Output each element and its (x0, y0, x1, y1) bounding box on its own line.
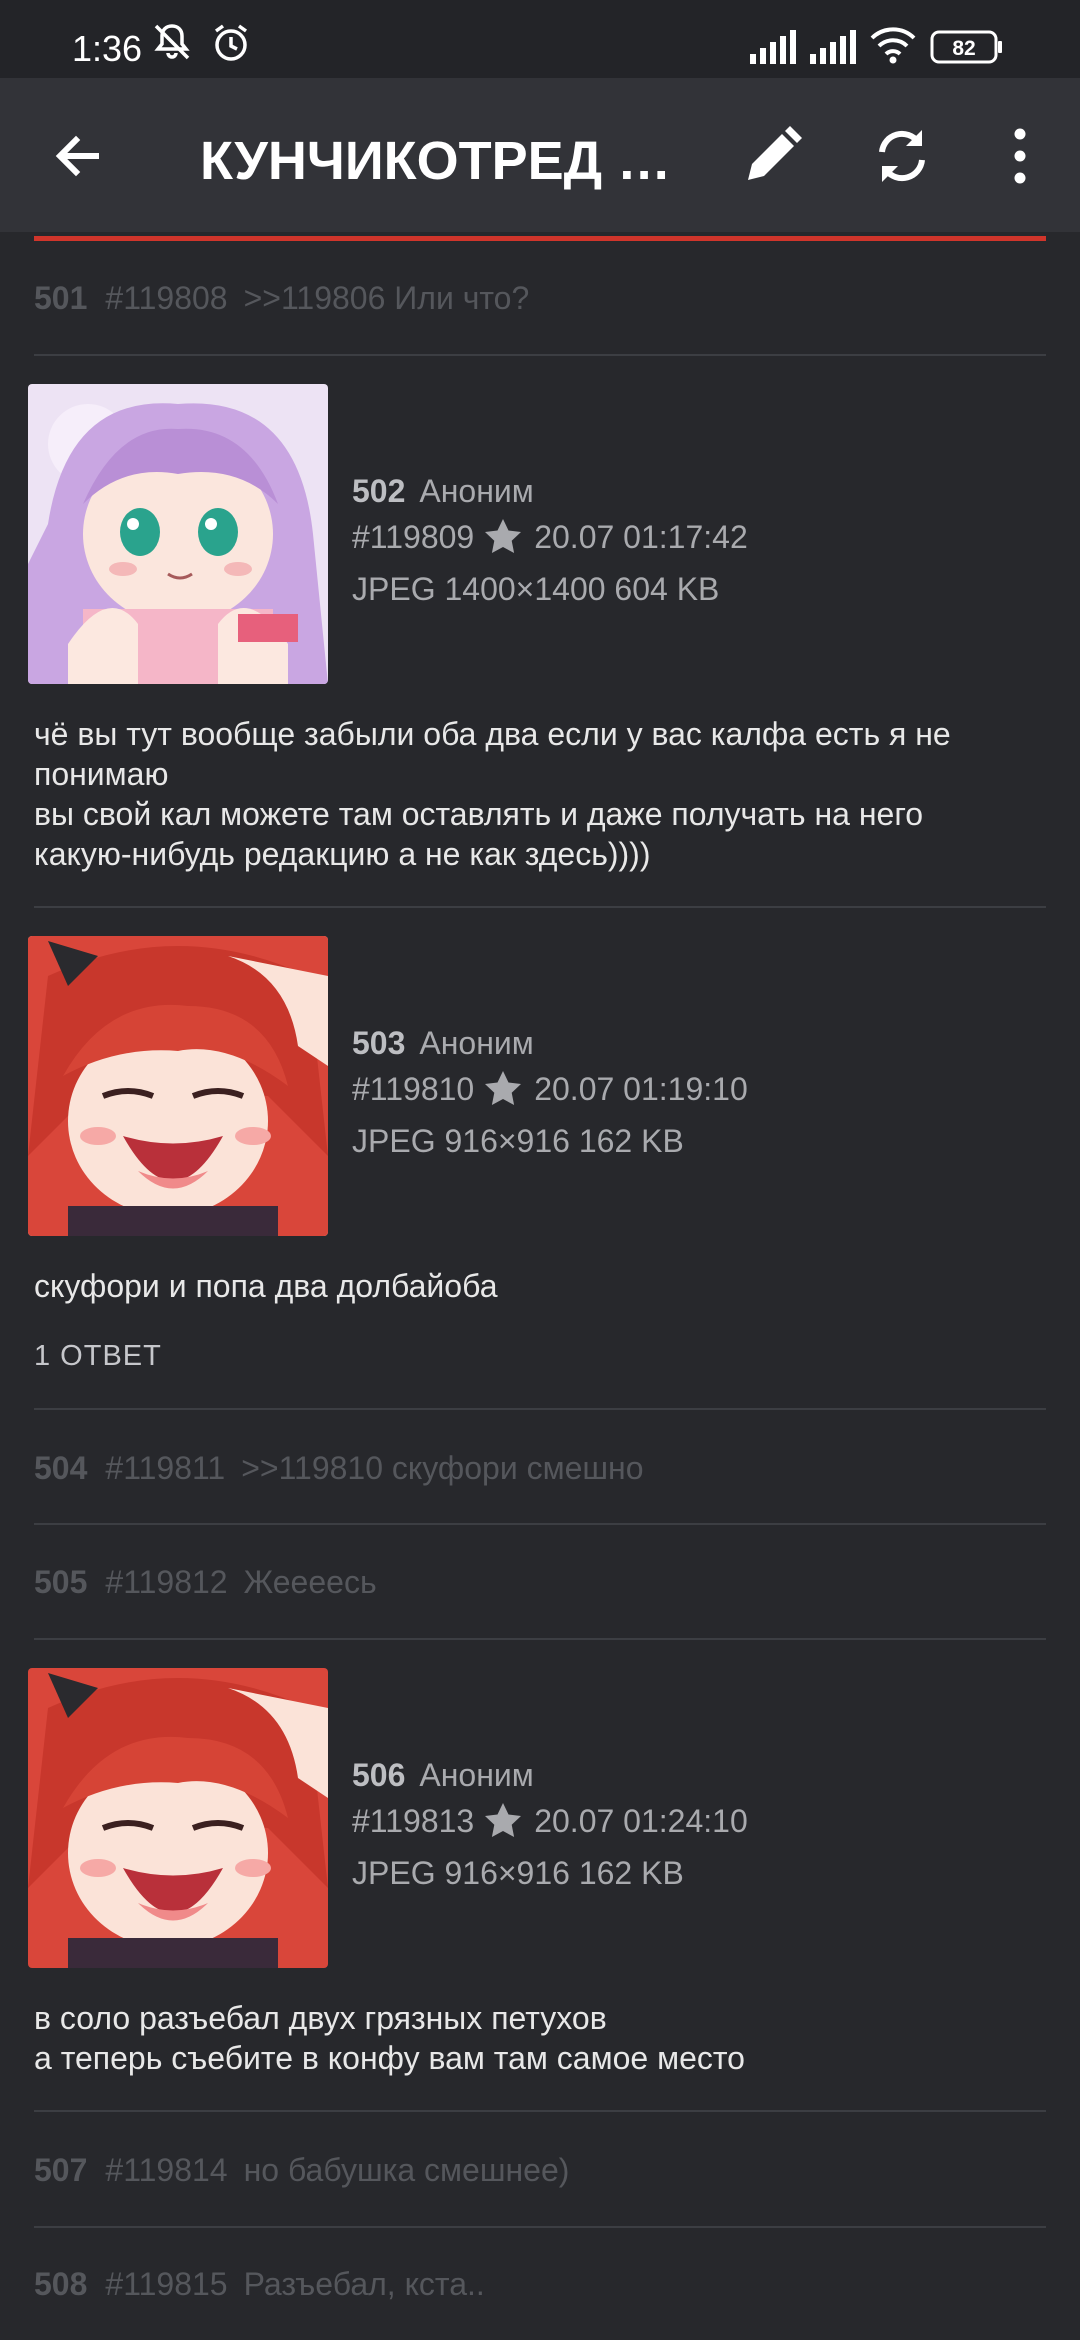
post-number: 502 (352, 473, 406, 509)
post-date: 20.07 01:17:42 (534, 519, 748, 555)
replies-link[interactable]: 1 ОТВЕТ (34, 1340, 162, 1373)
post-id[interactable]: #119815 (105, 2266, 227, 2302)
dots-vertical-icon (1014, 128, 1026, 184)
post-id[interactable]: #119813 (352, 1803, 474, 1839)
edit-button[interactable] (732, 116, 812, 196)
anime-girl-image (28, 384, 328, 684)
refresh-button[interactable] (862, 116, 942, 196)
post-id[interactable]: #119812 (105, 1564, 227, 1600)
post-date: 20.07 01:24:10 (534, 1803, 748, 1839)
thread-title: КУНЧИКОТРЕД №… (200, 131, 710, 191)
collapsed-post[interactable]: 505 #119812 Жеееесь (34, 1564, 1046, 1624)
post-meta: 503 Аноним #119810 20.07 01:19:10 JPEG 916… (352, 1020, 748, 1164)
post-date: 20.07 01:19:10 (534, 1071, 748, 1107)
divider (34, 2226, 1046, 2228)
status-time: 1:36 (72, 28, 143, 69)
divider (34, 906, 1046, 908)
refresh-icon (879, 130, 925, 182)
divider (34, 1523, 1046, 1525)
loading-progress-bar (34, 236, 1046, 241)
post-thumbnail[interactable] (28, 936, 328, 1236)
post-comment: чё вы тут вообще забыли оба два если у в… (34, 716, 951, 872)
collapsed-post[interactable]: 508 #119815 Разъебал, кста.. (34, 2266, 1046, 2326)
post-number: 507 (34, 2152, 88, 2188)
file-info: JPEG 1400×1400 604 KB (352, 571, 720, 607)
post-preview: >>119806 Или что? (243, 280, 530, 316)
post-thumbnail[interactable] (28, 1668, 328, 1968)
arrow-left-icon (55, 135, 99, 177)
anime-girl-laughing-image (28, 1668, 328, 1968)
star-icon[interactable] (484, 1070, 522, 1118)
file-info: JPEG 916×916 162 KB (352, 1855, 684, 1891)
post-id[interactable]: #119809 (352, 519, 474, 555)
post-preview: но бабушка смешнее) (243, 2152, 570, 2188)
post-author: Аноним (419, 1757, 534, 1793)
post-id[interactable]: #119811 (105, 1450, 225, 1486)
svg-text:82: 82 (952, 37, 975, 60)
post-preview: Жеееесь (243, 1564, 377, 1600)
post-author: Аноним (419, 1025, 534, 1061)
status-bar: 1:36 82 (0, 0, 1080, 78)
collapsed-post[interactable]: 507 #119814 но бабушка смешнее) (34, 2152, 1046, 2212)
star-icon[interactable] (484, 518, 522, 566)
alarm-icon (210, 22, 252, 73)
toolbar: КУНЧИКОТРЕД №… (0, 78, 1080, 232)
divider (34, 1638, 1046, 1640)
divider (34, 354, 1046, 356)
signal-icon-2 (808, 30, 856, 73)
post-number: 508 (34, 2266, 88, 2302)
divider (34, 2110, 1046, 2112)
divider (34, 1408, 1046, 1410)
post-number: 501 (34, 280, 88, 316)
post-meta: 506 Аноним #119813 20.07 01:24:10 JPEG 916… (352, 1752, 748, 1896)
overflow-menu-button[interactable] (980, 116, 1060, 196)
post-number: 503 (352, 1025, 406, 1061)
post-id[interactable]: #119810 (352, 1071, 474, 1107)
mute-icon (150, 22, 194, 71)
post-author: Аноним (419, 473, 534, 509)
post-preview: Разъебал, кста.. (243, 2266, 485, 2302)
post-comment: в соло разъебал двух грязных петухов а т… (34, 2000, 745, 2076)
post-comment: скуфори и попа два долбайоба (34, 1268, 498, 1304)
battery-icon: 82 (930, 30, 1004, 73)
back-button[interactable] (38, 116, 118, 196)
post-id[interactable]: #119808 (105, 280, 227, 316)
collapsed-post[interactable]: 501 #119808 >>119806 Или что? (34, 280, 1046, 340)
post-meta: 502 Аноним #119809 20.07 01:17:42 JPEG 140… (352, 468, 748, 612)
star-icon[interactable] (484, 1802, 522, 1850)
anime-girl-laughing-image (28, 936, 328, 1236)
post-number: 505 (34, 1564, 88, 1600)
post-preview: >>119810 скуфори смешно (241, 1450, 644, 1486)
pencil-icon (748, 126, 802, 180)
wifi-icon (870, 26, 916, 73)
collapsed-post[interactable]: 504 #119811 >>119810 скуфори смешно (34, 1450, 1046, 1510)
post-id[interactable]: #119814 (105, 2152, 227, 2188)
signal-icon (748, 30, 796, 73)
post-thumbnail[interactable] (28, 384, 328, 684)
post-number: 504 (34, 1450, 88, 1486)
post-number: 506 (352, 1757, 406, 1793)
file-info: JPEG 916×916 162 KB (352, 1123, 684, 1159)
